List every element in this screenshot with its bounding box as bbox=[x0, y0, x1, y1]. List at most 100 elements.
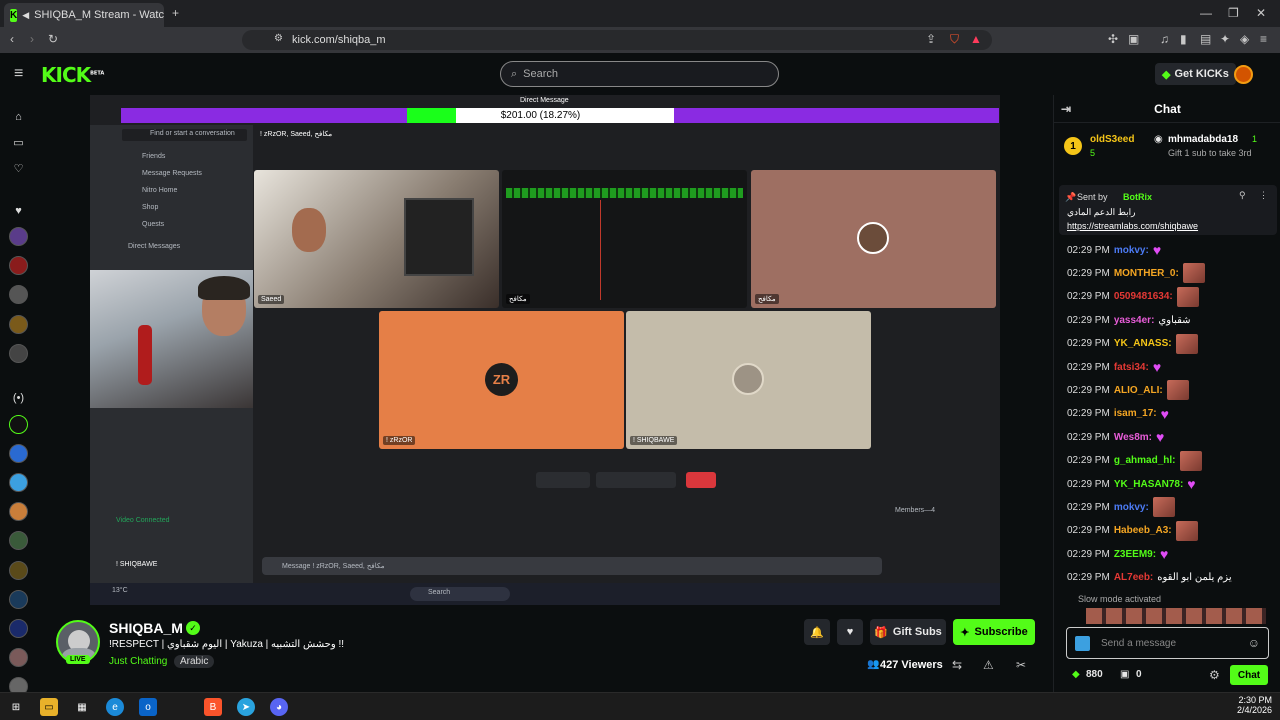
channel-avatar[interactable] bbox=[9, 531, 28, 550]
hamburger-menu-icon[interactable]: ≡ bbox=[14, 65, 23, 83]
tile-name: Saeed bbox=[258, 295, 285, 304]
tray-clock[interactable]: 2:30 PM 2/4/2026 bbox=[1232, 695, 1272, 715]
ai-icon[interactable]: ✦ bbox=[1220, 32, 1230, 46]
edge-icon[interactable]: e bbox=[106, 698, 124, 716]
extensions-icon[interactable]: ✣ bbox=[1108, 32, 1118, 46]
browse-icon[interactable]: ▭ bbox=[9, 133, 28, 152]
message-user[interactable]: AL7eeb: bbox=[1114, 572, 1153, 583]
message-user[interactable]: fatsi34: bbox=[1114, 362, 1149, 373]
wallet2-icon[interactable]: ▤ bbox=[1200, 32, 1211, 46]
gift-subs-button[interactable]: 🎁 Gift Subs bbox=[870, 619, 946, 645]
channel-avatar[interactable] bbox=[9, 415, 28, 434]
video-player[interactable]: Find or start a conversation Friends Mes… bbox=[90, 95, 1000, 605]
message-user[interactable]: Z3EEM9: bbox=[1114, 549, 1156, 560]
close-window-button[interactable]: ✕ bbox=[1256, 6, 1266, 20]
stream-category[interactable]: Just Chatting bbox=[109, 656, 167, 667]
message-user[interactable]: Habeeb_A3: bbox=[1114, 525, 1172, 536]
url-field[interactable]: ⚙ kick.com/shiqba_m bbox=[242, 30, 992, 50]
collapse-chat-icon[interactable]: ⇥ bbox=[1061, 102, 1071, 116]
channel-avatar[interactable] bbox=[9, 227, 28, 246]
store-icon[interactable]: ▦ bbox=[73, 698, 91, 716]
face-emote-icon bbox=[1175, 520, 1198, 541]
message-user[interactable]: YK_ANASS: bbox=[1114, 338, 1172, 349]
vpn-icon[interactable]: ◈ bbox=[1240, 32, 1249, 46]
chat-message: 02:29 PM g_ahmad_hl: bbox=[1067, 450, 1202, 471]
chat-message: 02:29 PM fatsi34: ♥ bbox=[1067, 357, 1167, 377]
message-user[interactable]: YK_HASAN78: bbox=[1114, 479, 1183, 490]
followed-heart-icon[interactable]: ♥ bbox=[9, 201, 28, 220]
kick-emote-icon[interactable] bbox=[1075, 636, 1090, 651]
viewer-count: 427 Viewers bbox=[880, 659, 943, 671]
streamer-name[interactable]: SHIQBA_M bbox=[109, 620, 183, 636]
message-user[interactable]: Wes8m: bbox=[1114, 432, 1152, 443]
minimize-button[interactable]: — bbox=[1200, 6, 1212, 20]
notification-button[interactable]: 🔔 bbox=[804, 619, 830, 645]
restore-button[interactable]: ❐ bbox=[1228, 6, 1239, 20]
language-tag[interactable]: Arabic bbox=[174, 655, 215, 668]
user-avatar[interactable] bbox=[1234, 65, 1253, 84]
share-icon[interactable]: ⇪ bbox=[926, 32, 936, 46]
brave-icon[interactable]: B bbox=[204, 698, 222, 716]
message-user[interactable]: g_ahmad_hl: bbox=[1114, 455, 1176, 466]
message-user[interactable]: mokvy: bbox=[1114, 502, 1149, 513]
kick-logo[interactable]: KICKBETA bbox=[41, 63, 104, 87]
chat-input[interactable]: Send a message ☺ bbox=[1066, 627, 1269, 659]
outlook-icon[interactable]: o bbox=[139, 698, 157, 716]
following-icon[interactable]: ♡ bbox=[9, 159, 28, 178]
channel-avatar[interactable] bbox=[9, 648, 28, 667]
emoji-icon[interactable]: ☺ bbox=[1248, 636, 1260, 650]
sidebar-icon[interactable]: ▮ bbox=[1180, 32, 1187, 46]
forward-icon[interactable]: › bbox=[30, 32, 34, 46]
message-user[interactable]: yass4er: bbox=[1114, 315, 1155, 326]
site-info-icon[interactable]: ⚙ bbox=[274, 33, 283, 44]
channel-avatar[interactable] bbox=[9, 285, 28, 304]
share-stream-icon[interactable]: ⇆ bbox=[952, 658, 962, 672]
message-user[interactable]: isam_17: bbox=[1114, 408, 1157, 419]
channel-avatar[interactable] bbox=[9, 619, 28, 638]
report-icon[interactable]: ⚠ bbox=[983, 658, 994, 672]
heart-emote-icon: ♥ bbox=[1187, 476, 1196, 492]
leader-sub-hint: Gift 1 sub to take 3rd bbox=[1168, 148, 1252, 158]
channel-avatar[interactable] bbox=[9, 502, 28, 521]
telegram-icon[interactable]: ➤ bbox=[237, 698, 255, 716]
channel-avatar[interactable] bbox=[9, 590, 28, 609]
channel-avatar[interactable] bbox=[9, 256, 28, 275]
new-tab-button[interactable]: + bbox=[172, 6, 179, 20]
channel-avatar[interactable] bbox=[9, 561, 28, 580]
brave-rewards-icon[interactable]: ▲ bbox=[970, 32, 982, 46]
file-explorer-icon[interactable]: ▭ bbox=[40, 698, 58, 716]
subscribe-button[interactable]: ✦ Subscribe bbox=[953, 619, 1035, 645]
channel-avatar[interactable] bbox=[9, 344, 28, 363]
start-icon[interactable]: ⊞ bbox=[7, 698, 25, 716]
chat-settings-icon[interactable]: ⚙ bbox=[1209, 668, 1220, 682]
browser-tab[interactable]: K ◀ SHIQBA_M Stream - Watch Li ✕ bbox=[4, 3, 164, 27]
pinned-link[interactable]: https://streamlabs.com/shiqbawe bbox=[1067, 221, 1198, 231]
brave-shield-icon[interactable]: ⛉ bbox=[950, 32, 959, 47]
home-icon[interactable]: ⌂ bbox=[9, 107, 28, 126]
reload-icon[interactable]: ↻ bbox=[48, 32, 58, 46]
message-user[interactable]: ALIO_ALI: bbox=[1114, 385, 1163, 396]
message-user[interactable]: 0509481634: bbox=[1114, 291, 1173, 302]
search-input[interactable]: ⌕ Search bbox=[500, 61, 779, 87]
clip-icon[interactable]: ✂ bbox=[1016, 658, 1026, 672]
message-user[interactable]: MONTHER_0: bbox=[1114, 268, 1179, 279]
self-name: ! SHIQBAWE bbox=[116, 561, 158, 568]
back-icon[interactable]: ‹ bbox=[10, 32, 14, 46]
music-icon[interactable]: ♫ bbox=[1160, 32, 1169, 46]
discord-icon[interactable]: ◕ bbox=[270, 698, 288, 716]
send-chat-button[interactable]: Chat bbox=[1230, 665, 1268, 685]
pinned-more-icon[interactable]: ⋮ bbox=[1259, 190, 1268, 201]
menu-icon[interactable]: ≡ bbox=[1260, 32, 1267, 46]
heart-emote-icon: ♥ bbox=[1152, 359, 1162, 375]
message-user[interactable]: mokvy: bbox=[1114, 245, 1149, 256]
unpin-icon[interactable]: ⚲ bbox=[1239, 190, 1246, 201]
follow-button[interactable]: ♥ bbox=[837, 619, 863, 645]
channel-avatar[interactable] bbox=[9, 315, 28, 334]
url-text: kick.com/shiqba_m bbox=[292, 34, 386, 46]
channel-avatar[interactable] bbox=[9, 444, 28, 463]
channel-avatar[interactable] bbox=[9, 473, 28, 492]
stream-title: !RESPECT | اليوم شقباوي | Yakuza | وحشش … bbox=[109, 639, 345, 650]
wallet-icon[interactable]: ▣ bbox=[1128, 32, 1139, 46]
get-kicks-button[interactable]: ◆ Get KICKs bbox=[1155, 63, 1236, 85]
live-channels-icon[interactable]: (•) bbox=[9, 388, 28, 407]
